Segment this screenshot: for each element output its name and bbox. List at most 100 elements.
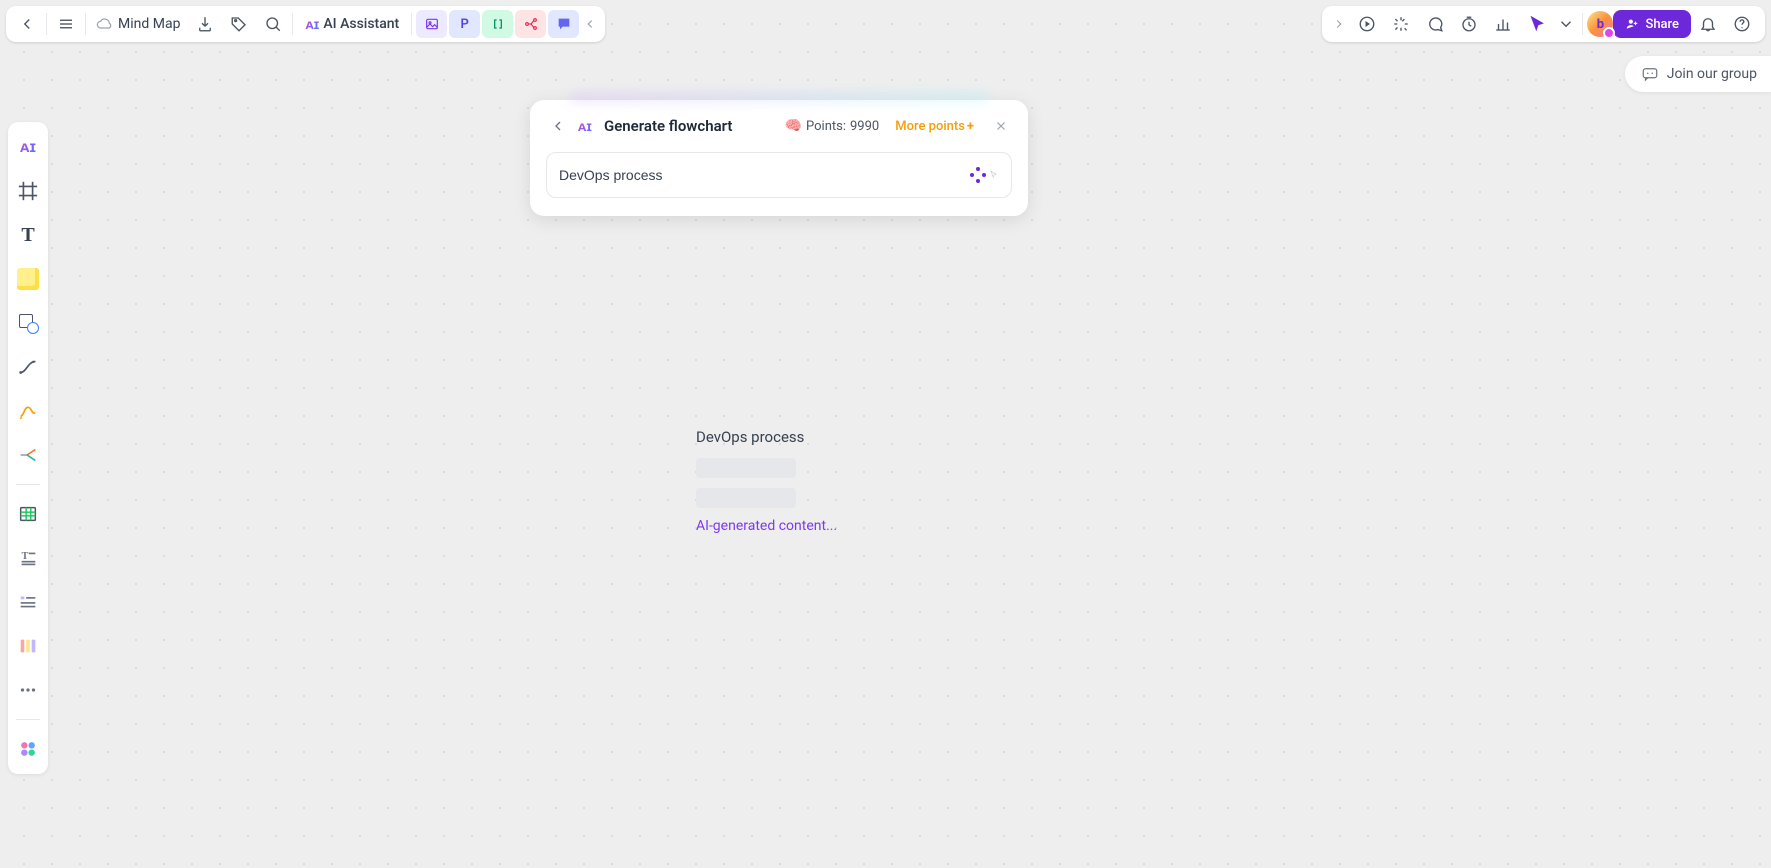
ai-logo-icon: ᴀɪ xyxy=(20,137,36,157)
join-group-button[interactable]: Join our group xyxy=(1625,56,1771,92)
tool-connector[interactable] xyxy=(12,348,44,386)
more-icon xyxy=(17,679,39,701)
more-points-button[interactable]: More points + xyxy=(895,119,974,134)
timer-icon xyxy=(1460,15,1478,33)
chevron-down-icon xyxy=(1557,15,1575,33)
plus-icon: + xyxy=(967,119,974,134)
tab-p-label: P xyxy=(461,17,469,32)
download-icon xyxy=(196,15,214,33)
text-block-icon: T xyxy=(17,547,39,569)
branch-icon xyxy=(17,444,39,466)
columns-icon xyxy=(17,635,39,657)
search-button[interactable] xyxy=(256,7,290,41)
bell-icon xyxy=(1699,15,1717,33)
ai-assistant-button[interactable]: ᴀɪ AI Assistant xyxy=(295,16,409,33)
tool-table[interactable] xyxy=(12,495,44,533)
help-icon xyxy=(1733,15,1751,33)
placeholder-title: DevOps process xyxy=(696,428,837,446)
more-points-label: More points xyxy=(895,119,965,134)
comment-button[interactable] xyxy=(1418,7,1452,41)
tab-image[interactable] xyxy=(416,10,447,38)
cursor-tool-dropdown[interactable] xyxy=(1554,7,1578,41)
chat-icon xyxy=(1641,65,1659,83)
generation-status: AI-generated content... xyxy=(696,518,837,534)
tab-bracket[interactable] xyxy=(482,10,513,38)
tool-sticky-note[interactable] xyxy=(12,260,44,298)
svg-text:T: T xyxy=(22,551,29,562)
menu-button[interactable] xyxy=(49,7,83,41)
tab-comment[interactable] xyxy=(548,10,579,38)
chevron-left-icon xyxy=(18,15,36,33)
tool-text-block[interactable]: T xyxy=(12,539,44,577)
tool-apps[interactable] xyxy=(12,730,44,768)
sticky-note-icon xyxy=(17,268,39,290)
dialog-title: Generate flowchart xyxy=(604,117,732,135)
tool-branch[interactable] xyxy=(12,436,44,474)
help-button[interactable] xyxy=(1725,7,1759,41)
notifications-button[interactable] xyxy=(1691,7,1725,41)
chevron-left-icon xyxy=(550,118,566,134)
dialog-close-button[interactable] xyxy=(990,115,1012,137)
tab-mindmap[interactable] xyxy=(515,10,546,38)
tool-pen[interactable] xyxy=(12,392,44,430)
bracket-icon xyxy=(490,16,506,32)
share-button[interactable]: Share xyxy=(1613,10,1691,38)
avatar[interactable]: b xyxy=(1587,11,1613,37)
tool-frame[interactable] xyxy=(12,172,44,210)
download-button[interactable] xyxy=(188,7,222,41)
list-icon xyxy=(17,591,39,613)
tag-button[interactable] xyxy=(222,7,256,41)
cursor-tool-button[interactable] xyxy=(1520,7,1554,41)
tool-shapes[interactable] xyxy=(12,304,44,342)
loading-spinner-icon xyxy=(970,167,986,183)
mindmap-icon xyxy=(523,16,539,32)
prompt-input-container xyxy=(546,152,1012,198)
play-button[interactable] xyxy=(1350,7,1384,41)
ai-logo-icon: ᴀɪ xyxy=(578,118,596,135)
tab-p[interactable]: P xyxy=(449,10,480,38)
chevron-left-icon xyxy=(583,17,597,31)
cursor-icon xyxy=(1528,15,1546,33)
side-toolbar: ᴀɪ T T xyxy=(8,122,48,774)
points-label: Points: xyxy=(806,119,846,134)
timer-button[interactable] xyxy=(1452,7,1486,41)
points-display: 🧠 Points: 9990 xyxy=(785,118,880,134)
tool-text[interactable]: T xyxy=(12,216,44,254)
back-button[interactable] xyxy=(10,7,44,41)
sparkle-icon xyxy=(1392,15,1410,33)
ai-assistant-label: AI Assistant xyxy=(323,16,399,32)
shapes-icon xyxy=(17,312,39,334)
collapse-tabs-button[interactable] xyxy=(579,7,601,41)
top-right-toolbar: b Share xyxy=(1322,6,1765,42)
tool-list[interactable] xyxy=(12,583,44,621)
expand-right-button[interactable] xyxy=(1328,7,1350,41)
skeleton-line xyxy=(696,488,796,508)
tool-ai[interactable]: ᴀɪ xyxy=(12,128,44,166)
prompt-input[interactable] xyxy=(559,167,970,183)
play-icon xyxy=(1358,15,1376,33)
chart-button[interactable] xyxy=(1486,7,1520,41)
apps-icon xyxy=(17,738,39,760)
text-icon: T xyxy=(21,224,34,247)
tool-more[interactable] xyxy=(12,671,44,709)
connector-icon xyxy=(17,356,39,378)
menu-icon xyxy=(57,15,75,33)
sparkle-button[interactable] xyxy=(1384,7,1418,41)
share-label: Share xyxy=(1645,17,1679,32)
frame-icon xyxy=(17,180,39,202)
document-title-text: Mind Map xyxy=(118,16,180,32)
bar-chart-icon xyxy=(1494,15,1512,33)
ai-logo-icon: ᴀɪ xyxy=(305,16,319,33)
document-title[interactable]: Mind Map xyxy=(88,16,188,32)
tool-columns[interactable] xyxy=(12,627,44,665)
comment-icon xyxy=(556,16,572,32)
top-left-toolbar: Mind Map ᴀɪ AI Assistant P xyxy=(6,6,605,42)
tag-icon xyxy=(230,15,248,33)
person-plus-icon xyxy=(1625,17,1639,31)
points-value: 9990 xyxy=(850,119,879,134)
speech-bubble-icon xyxy=(1426,15,1444,33)
close-icon xyxy=(994,119,1008,133)
skeleton-line xyxy=(696,458,796,478)
dialog-back-button[interactable] xyxy=(546,114,570,138)
join-group-label: Join our group xyxy=(1667,66,1757,82)
